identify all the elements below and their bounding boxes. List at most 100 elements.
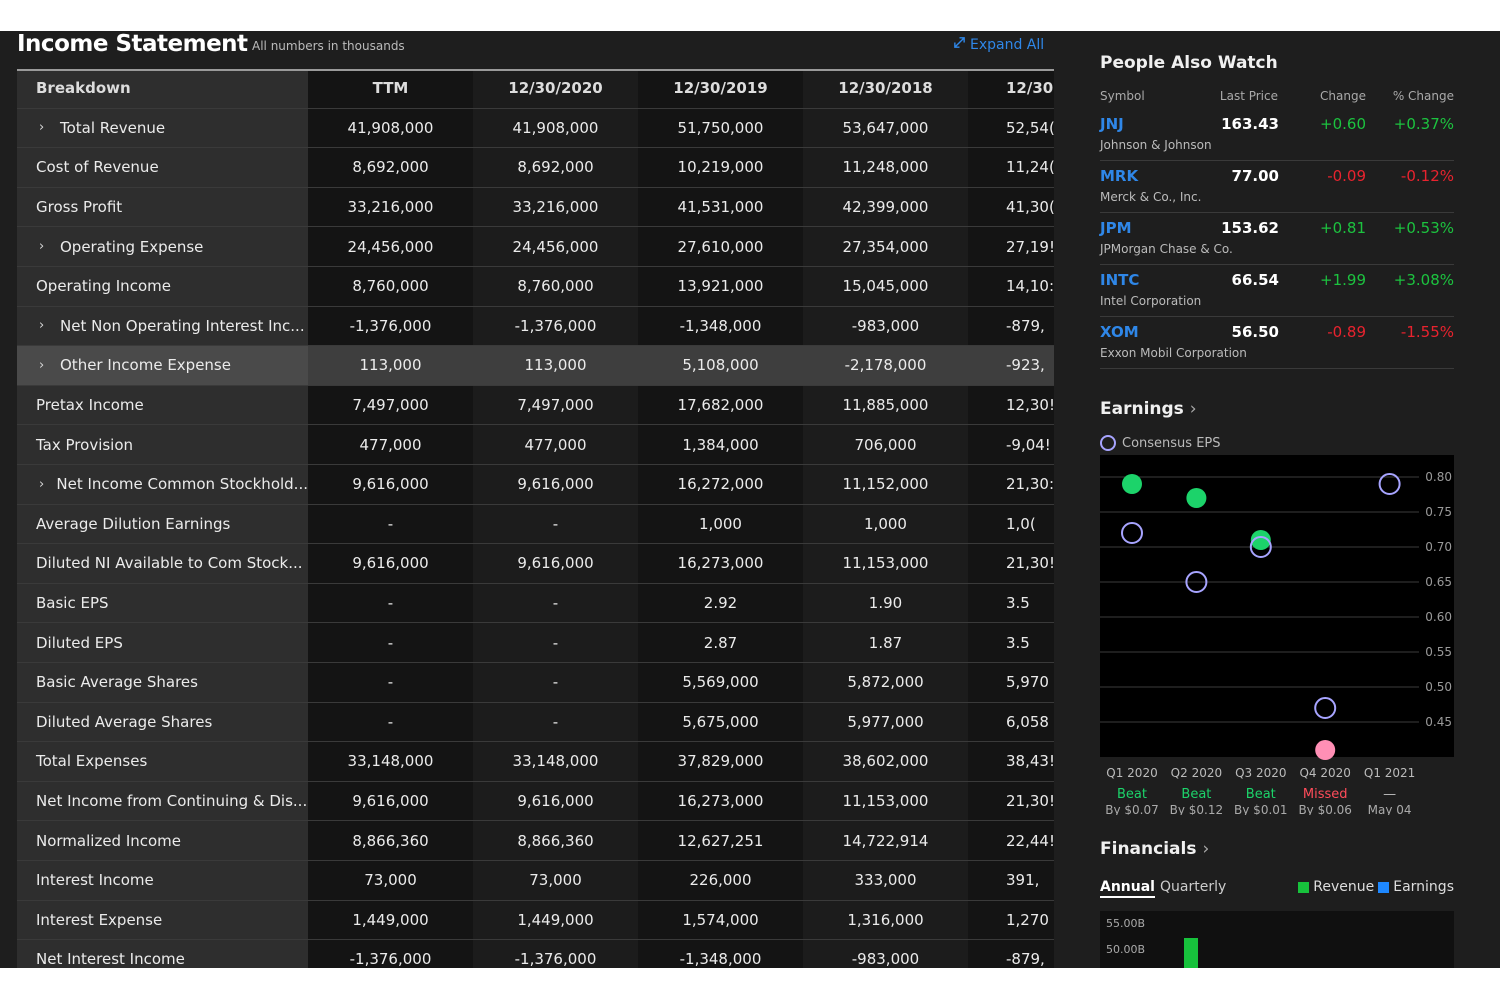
row-label-cell[interactable]: › Net Non Operating Interest Inc...	[17, 306, 308, 346]
pct-change: +3.08%	[1393, 271, 1454, 289]
watch-item-mrk[interactable]: MRK Merck & Co., Inc. 77.00 -0.09 -0.12%	[1100, 161, 1454, 213]
column-header[interactable]: 12/30/2018	[803, 69, 968, 108]
chevron-right-icon[interactable]: ›	[39, 477, 56, 492]
x-tick-label: Q4 2020	[1299, 766, 1350, 780]
y-tick-label: 0.70	[1425, 540, 1452, 554]
ticker-symbol[interactable]: INTC	[1100, 271, 1139, 289]
units-note: All numbers in thousands	[252, 39, 405, 53]
column-header[interactable]: 12/30/2019	[638, 69, 803, 108]
value-cell: -	[473, 583, 638, 623]
result-detail-label: By $0.06	[1298, 803, 1352, 815]
chevron-right-icon[interactable]: ›	[39, 358, 60, 373]
value-cell: 16,272,000	[638, 465, 803, 504]
watch-item-intc[interactable]: INTC Intel Corporation 66.54 +1.99 +3.08%	[1100, 265, 1454, 317]
company-name: Exxon Mobil Corporation	[1100, 346, 1247, 360]
chevron-right-icon[interactable]: ›	[39, 318, 60, 333]
tab-annual[interactable]: Annual	[1100, 879, 1155, 898]
value-cell: 51,750,000	[638, 108, 803, 148]
result-detail-label: By $0.07	[1105, 803, 1159, 815]
x-tick-label: Q1 2021	[1364, 766, 1415, 780]
value-cell: 706,000	[803, 425, 968, 464]
chevron-right-icon[interactable]: ›	[39, 239, 60, 254]
value-cell: 24,456,000	[473, 227, 638, 266]
value-cell: 12,627,251	[638, 821, 803, 860]
value-cell: 1,316,000	[803, 900, 968, 940]
plot-area	[1100, 455, 1454, 757]
pct-change: -1.55%	[1400, 323, 1454, 341]
chevron-right-icon[interactable]: ›	[39, 120, 60, 135]
value-cell: 1,270	[968, 900, 1054, 940]
row-label-cell[interactable]: › Total Revenue	[17, 108, 308, 148]
last-price: 77.00	[1231, 167, 1279, 185]
pct-change: -0.12%	[1400, 167, 1454, 185]
value-cell: 21,30!	[968, 544, 1054, 583]
column-header[interactable]: 12/30,	[968, 69, 1054, 108]
pct-change: +0.37%	[1393, 115, 1454, 133]
row-label-cell: Basic Average Shares	[17, 663, 308, 702]
value-cell: -9,04!	[968, 425, 1054, 464]
side-panel: People Also Watch Symbol Last Price Chan…	[1070, 31, 1500, 968]
row-label-cell: Normalized Income	[17, 821, 308, 860]
watch-item-xom[interactable]: XOM Exxon Mobil Corporation 56.50 -0.89 -1.5…	[1100, 317, 1454, 369]
ticker-symbol[interactable]: JPM	[1100, 219, 1132, 237]
financials-legend: Revenue Earnings	[1298, 879, 1454, 895]
value-cell: -1,376,000	[308, 306, 473, 346]
consensus-ring-icon	[1100, 435, 1116, 451]
price-change: +1.99	[1320, 271, 1366, 289]
value-cell: 33,216,000	[473, 187, 638, 227]
value-cell: 73,000	[473, 861, 638, 900]
result-label: Beat	[1117, 787, 1147, 802]
earnings-legend-label: Earnings	[1393, 879, 1454, 895]
financials-tabs: Annual Quarterly Revenue Earnings	[1100, 879, 1454, 901]
value-cell: -	[308, 663, 473, 702]
row-label-cell[interactable]: › Other Income Expense	[17, 346, 308, 385]
value-cell: 477,000	[473, 425, 638, 464]
table-row: Pretax Income 7,497,000 7,497,000 17,682,00…	[17, 385, 1054, 426]
value-cell: 5,108,000	[638, 346, 803, 385]
watch-item-jnj[interactable]: JNJ Johnson & Johnson 163.43 +0.60 +0.37%	[1100, 109, 1454, 161]
value-cell: 27,354,000	[803, 227, 968, 266]
value-cell: 33,148,000	[308, 742, 473, 781]
row-label: Interest Income	[36, 871, 154, 890]
row-label-cell: Operating Income	[17, 267, 308, 306]
result-label: Beat	[1246, 787, 1276, 802]
value-cell: 41,30(	[968, 187, 1054, 227]
row-label: Diluted EPS	[36, 633, 123, 652]
value-cell: 15,045,000	[803, 267, 968, 306]
value-cell: 9,616,000	[308, 544, 473, 583]
ticker-symbol[interactable]: JNJ	[1100, 115, 1124, 133]
ticker-symbol[interactable]: MRK	[1100, 167, 1138, 185]
pct-change-header: % Change	[1392, 89, 1454, 103]
value-cell: -1,376,000	[473, 306, 638, 346]
column-header[interactable]: TTM	[308, 69, 473, 108]
result-detail-label: May 04	[1368, 803, 1412, 815]
value-cell: -923,	[968, 346, 1054, 385]
change-header: Change	[1320, 89, 1366, 103]
value-cell: 7,497,000	[308, 385, 473, 425]
x-tick-label: Q2 2020	[1171, 766, 1222, 780]
expand-all-button[interactable]: Expand All	[953, 36, 1044, 53]
actual-eps-point	[1122, 474, 1142, 494]
value-cell: 1.90	[803, 583, 968, 623]
y-tick-label: 0.50	[1425, 680, 1452, 694]
value-cell: 33,148,000	[473, 742, 638, 781]
result-label: Missed	[1303, 787, 1348, 802]
row-label-cell[interactable]: › Operating Expense	[17, 227, 308, 266]
table-row: › Operating Expense 24,456,000 24,456,000 27…	[17, 227, 1054, 267]
actual-eps-point	[1315, 740, 1336, 760]
page-title: Income Statement	[17, 31, 248, 57]
value-cell: 333,000	[803, 861, 968, 900]
company-name: JPMorgan Chase & Co.	[1100, 242, 1233, 256]
financials-title[interactable]: Financials ›	[1100, 839, 1209, 859]
tab-quarterly[interactable]: Quarterly	[1160, 879, 1226, 895]
value-cell: 8,692,000	[473, 148, 638, 187]
value-cell: 5,977,000	[803, 702, 968, 742]
table-row: Diluted EPS - -2.87 1.87 3.5	[17, 623, 1054, 663]
earnings-title[interactable]: Earnings ›	[1100, 399, 1197, 419]
row-label-cell[interactable]: › Net Income Common Stockhold...	[17, 465, 308, 504]
watch-item-jpm[interactable]: JPM JPMorgan Chase & Co. 153.62 +0.81 +0.53%	[1100, 213, 1454, 265]
column-header[interactable]: 12/30/2020	[473, 69, 638, 108]
ticker-symbol[interactable]: XOM	[1100, 323, 1139, 341]
value-cell: 11,153,000	[803, 544, 968, 583]
value-cell: 5,872,000	[803, 663, 968, 702]
